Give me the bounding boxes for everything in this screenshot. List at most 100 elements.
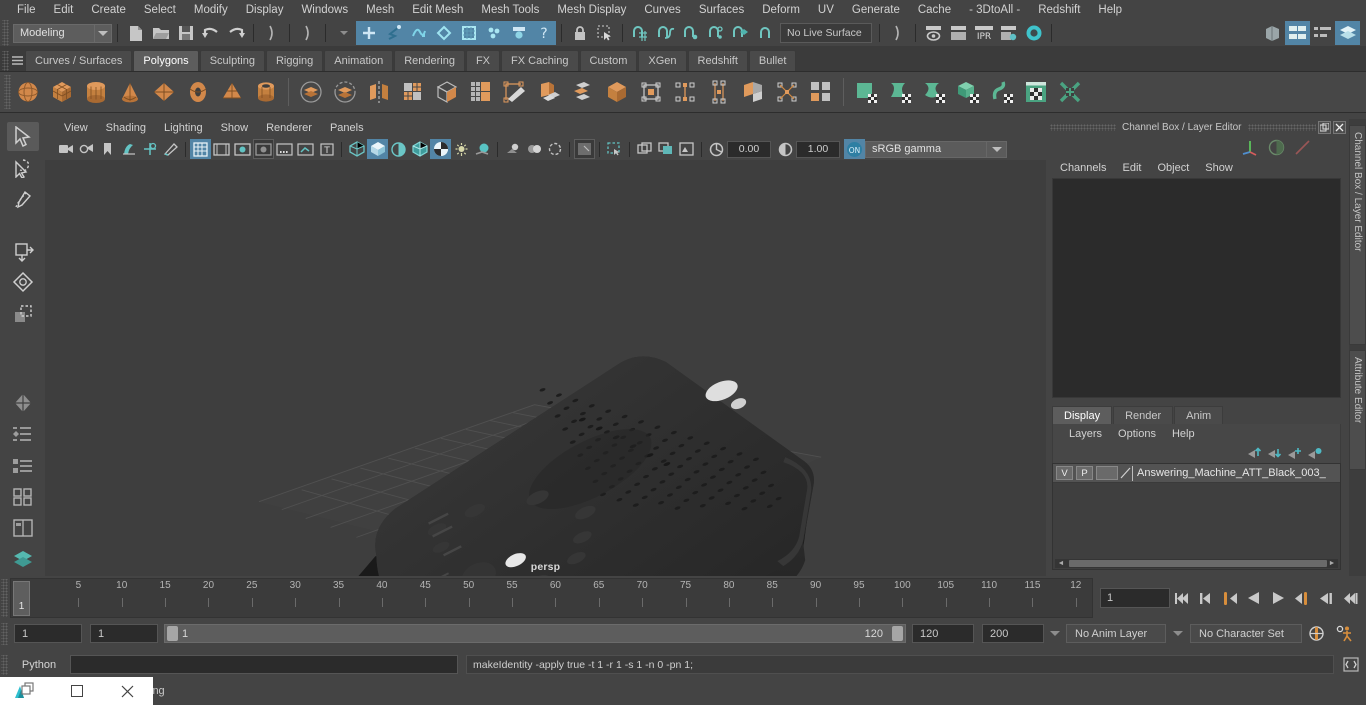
poly-plane-icon[interactable] <box>147 75 181 109</box>
shelf-tab-rigging[interactable]: Rigging <box>265 50 324 71</box>
character-set-selector[interactable]: No Character Set <box>1190 624 1302 643</box>
layer-menu-layers[interactable]: Layers <box>1061 428 1110 440</box>
rotate-tool[interactable] <box>7 268 39 297</box>
menu-surfaces[interactable]: Surfaces <box>690 0 753 20</box>
character-set-dropdown-arrow[interactable] <box>1166 631 1190 636</box>
snap-to-grid-icon[interactable] <box>628 21 653 45</box>
merge-icon[interactable] <box>804 75 838 109</box>
range-start-field[interactable]: 1 <box>90 624 158 643</box>
snap-to-projected-center-icon[interactable] <box>703 21 728 45</box>
gamma-field[interactable]: 1.00 <box>796 140 840 158</box>
image-based-lighting-icon[interactable] <box>655 139 676 159</box>
xray-toggle-icon[interactable] <box>274 139 295 159</box>
shelf-tab-xgen[interactable]: XGen <box>638 50 687 71</box>
multisample-icon[interactable] <box>544 139 565 159</box>
menu-redshift[interactable]: Redshift <box>1029 0 1089 20</box>
color-management-selector[interactable]: sRGB gamma <box>865 140 987 158</box>
color-management-dropdown-arrow[interactable] <box>987 140 1007 158</box>
vtab-channel-box-layer-editor[interactable]: Channel Box / Layer Editor <box>1349 125 1366 345</box>
channel-box-menu-channels[interactable]: Channels <box>1052 158 1114 178</box>
new-layer-from-selected-icon[interactable] <box>1304 447 1324 460</box>
current-frame-field[interactable]: 1 <box>1100 588 1170 608</box>
shadows-icon[interactable] <box>472 139 493 159</box>
shelf-tab-bullet[interactable]: Bullet <box>748 50 797 71</box>
ipr-render-icon[interactable] <box>946 21 971 45</box>
layer-color-swatch[interactable] <box>1096 466 1118 480</box>
menu-3dtoall[interactable]: - 3DtoAll - <box>960 0 1029 20</box>
select-by-object-icon[interactable] <box>295 21 320 45</box>
axis-gizmo-icon[interactable] <box>1237 137 1263 157</box>
separate-icon[interactable] <box>328 75 362 109</box>
shelf-tab-sculpting[interactable]: Sculpting <box>199 50 265 71</box>
snap-to-point-icon[interactable] <box>678 21 703 45</box>
viewport-menu-lighting[interactable]: Lighting <box>155 119 212 138</box>
paint-select-tool[interactable] <box>7 184 39 213</box>
outliner-icon[interactable] <box>1260 21 1285 45</box>
snap-to-curve-icon[interactable] <box>653 21 678 45</box>
shelf-tab-fx-caching[interactable]: FX Caching <box>501 50 579 71</box>
multi-cut-icon[interactable] <box>464 75 498 109</box>
select-tool[interactable] <box>6 122 39 152</box>
uv-cylindrical-icon[interactable] <box>917 75 951 109</box>
menu-create[interactable]: Create <box>82 0 135 20</box>
move-tool[interactable] <box>7 236 39 265</box>
gamma-icon[interactable] <box>775 139 796 159</box>
animation-preferences-icon[interactable] <box>1330 625 1360 643</box>
grease-pencil-icon[interactable] <box>160 139 181 159</box>
shade-flat-icon[interactable] <box>388 139 409 159</box>
smooth-shade-all-icon[interactable] <box>367 139 388 159</box>
layer-name-label[interactable]: Answering_Machine_ATT_Black_003_ <box>1137 467 1326 479</box>
play-forwards-icon[interactable] <box>1266 585 1290 611</box>
two-d-pan-zoom-icon[interactable] <box>139 139 160 159</box>
new-scene-icon[interactable] <box>123 21 148 45</box>
insert-edge-loop-icon[interactable] <box>668 75 702 109</box>
select-mask-joint-icon[interactable] <box>381 21 406 45</box>
scale-tool[interactable] <box>7 299 39 328</box>
layer-menu-help[interactable]: Help <box>1164 428 1203 440</box>
open-scene-icon[interactable] <box>148 21 173 45</box>
maya-app-icon[interactable] <box>0 677 51 705</box>
poly-cylinder-icon[interactable] <box>79 75 113 109</box>
close-panel-button[interactable] <box>1333 121 1346 134</box>
hypershade-layout[interactable] <box>7 545 39 574</box>
shelf-menu-icon[interactable] <box>9 50 25 71</box>
shelf-tab-redshift[interactable]: Redshift <box>687 50 748 71</box>
shelf-tab-animation[interactable]: Animation <box>324 50 394 71</box>
textured-icon[interactable] <box>430 139 451 159</box>
display-layer-icon[interactable] <box>634 139 655 159</box>
select-by-hierarchy-icon[interactable] <box>259 21 284 45</box>
xray-mode-icon[interactable] <box>604 139 625 159</box>
half-circle-icon[interactable] <box>1263 137 1289 157</box>
shelf-tab-fx[interactable]: FX <box>465 50 501 71</box>
wireframe-on-shaded-icon[interactable] <box>409 139 430 159</box>
step-forward-frame-icon[interactable] <box>1314 585 1338 611</box>
live-surface-field[interactable]: No Live Surface <box>780 23 872 43</box>
poly-cube-icon[interactable] <box>45 75 79 109</box>
layer-tab-display[interactable]: Display <box>1052 406 1113 424</box>
combine-icon[interactable] <box>294 75 328 109</box>
menu-modify[interactable]: Modify <box>185 0 237 20</box>
viewport-menu-view[interactable]: View <box>55 119 97 138</box>
layer-tab-render[interactable]: Render <box>1113 406 1174 424</box>
viewport-menu-show[interactable]: Show <box>212 119 258 138</box>
uv-layout-icon[interactable] <box>1019 75 1053 109</box>
image-plane-icon[interactable] <box>118 139 139 159</box>
diagonal-line-icon[interactable] <box>1289 137 1315 157</box>
go-to-start-icon[interactable] <box>1170 585 1194 611</box>
range-slider[interactable]: 1 120 <box>164 624 906 643</box>
layer-list[interactable]: V P Answering_Machine_ATT_Black_003_ ◄ ► <box>1052 463 1341 570</box>
select-mask-handle-icon[interactable] <box>356 21 381 45</box>
restore-icon[interactable] <box>51 677 102 705</box>
isolate-select-icon[interactable] <box>574 139 595 159</box>
layer-visibility-toggle[interactable]: V <box>1056 466 1073 480</box>
menu-file[interactable]: File <box>8 0 45 20</box>
append-polygon-icon[interactable] <box>634 75 668 109</box>
vtab-attribute-editor[interactable]: Attribute Editor <box>1349 350 1366 470</box>
mirror-icon[interactable] <box>362 75 396 109</box>
move-layer-up-icon[interactable] <box>1244 446 1264 460</box>
uv-automatic-icon[interactable] <box>951 75 985 109</box>
uv-unfold-icon[interactable] <box>985 75 1019 109</box>
two-pane-split-layout[interactable] <box>7 420 39 449</box>
menu-set-selector[interactable]: Modeling <box>13 23 95 43</box>
wireframe-shading-icon[interactable] <box>346 139 367 159</box>
